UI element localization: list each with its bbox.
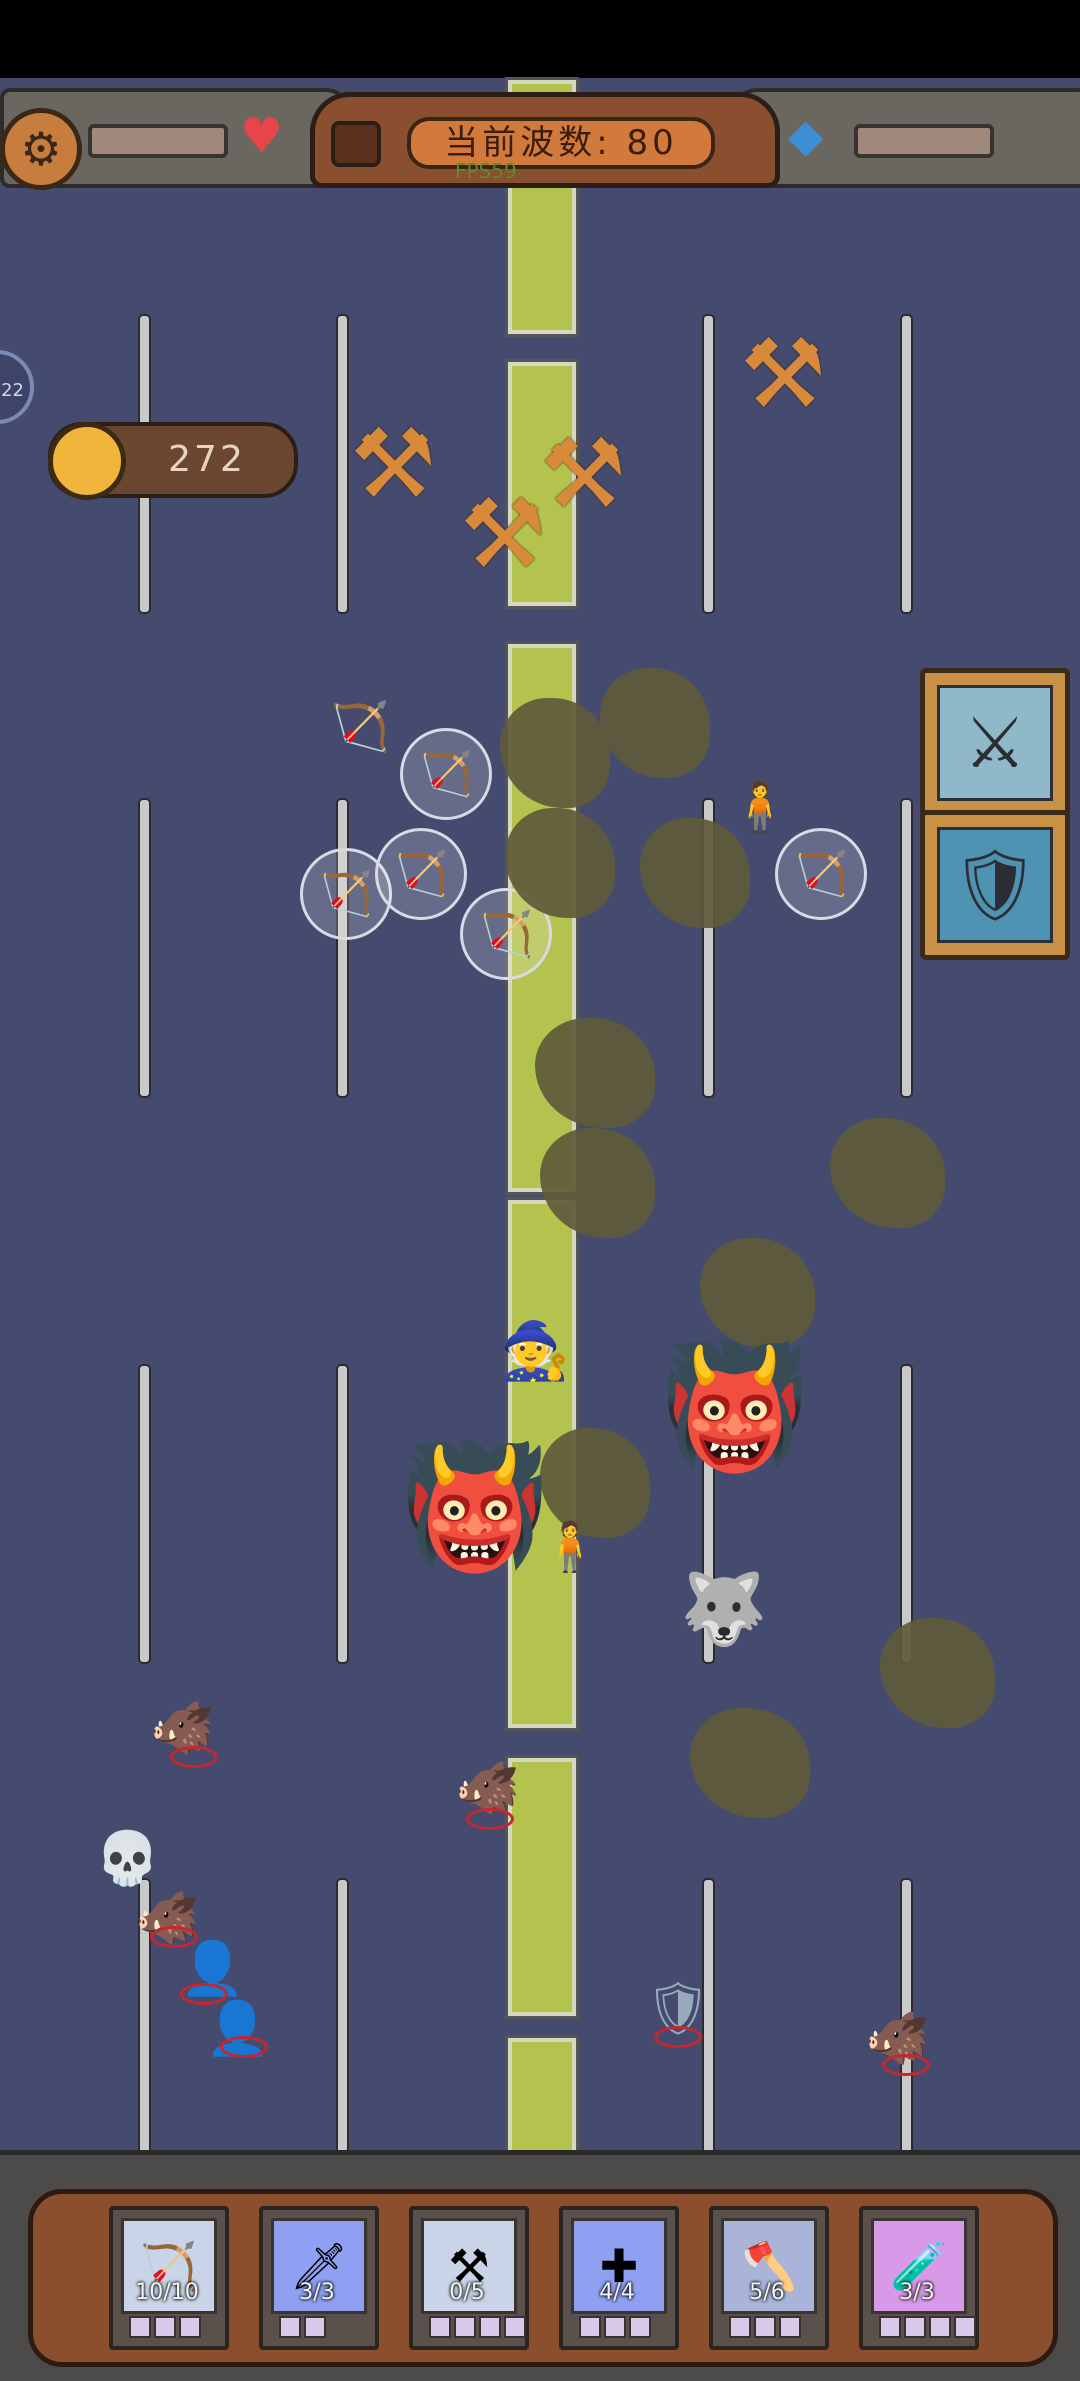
warrior-unit: 🧍 — [730, 779, 790, 835]
enemy-marker — [220, 2036, 268, 2058]
lane-marker — [138, 1364, 151, 1664]
enemy-marker — [170, 1746, 218, 1768]
enemy-marker — [882, 2054, 930, 2076]
lane-marker — [336, 798, 349, 1098]
hero-squad: 🧙 — [500, 1319, 570, 1384]
skeleton-enemy: 💀 — [95, 1829, 160, 1889]
gold-display: 272 — [48, 422, 298, 500]
unit-traits — [129, 2316, 201, 2338]
enemy-marker — [466, 1808, 514, 1830]
unit-traits — [579, 2316, 651, 2338]
wolf-enemy: 🐺 — [680, 1568, 768, 1650]
archer-unit: 🏹 — [330, 699, 390, 755]
shield-emblem-icon — [331, 121, 381, 167]
unit-count: 3/3 — [299, 2280, 335, 2305]
gear-icon: ⚙ — [20, 122, 62, 176]
lane-marker — [900, 798, 913, 1098]
wave-counter: 当前波数: 80 — [407, 117, 715, 169]
health-bar — [88, 124, 228, 158]
unit-traits — [729, 2316, 801, 2338]
gem-panel: ◆ — [728, 88, 1080, 188]
unit-traits — [429, 2316, 526, 2338]
status-bar — [0, 0, 1080, 78]
sword-shield-skill-button[interactable]: 🛡 — [920, 810, 1070, 960]
unit-panel: 🏹 10/10 🗡 3/3 ⚒ 0/5 ✚ 4/4 🪓 5/6 🧪 3/3 — [0, 2150, 1080, 2381]
unit-card-priest[interactable]: ✚ 4/4 — [559, 2206, 679, 2350]
gold-amount: 272 — [168, 439, 246, 480]
wave-label: 当前波数: — [444, 123, 612, 163]
gold-coin-icon — [48, 422, 126, 500]
lane-marker — [900, 314, 913, 614]
game-screen: ⚒ ⚒ ⚒ ⚒ 🏹 🏹 🏹 🏹 🏹 🏹 🧍 👹 👹 🧙 🧍 🐺 🐗 � — [0, 0, 1080, 2381]
gem-bar — [854, 124, 994, 158]
lane-marker — [138, 798, 151, 1098]
unit-card-archer[interactable]: 🏹 10/10 — [109, 2206, 229, 2350]
unit-count: 10/10 — [135, 2280, 199, 2305]
enemy-marker — [654, 2026, 702, 2048]
wave-number: 80 — [626, 123, 678, 163]
smoke-cloud — [600, 668, 710, 778]
shielded-archer-unit: 🏹 — [375, 828, 467, 920]
unit-tray: 🏹 10/10 🗡 3/3 ⚒ 0/5 ✚ 4/4 🪓 5/6 🧪 3/3 — [28, 2189, 1058, 2367]
catapult-tower[interactable]: ⚒ — [540, 418, 626, 530]
giant-enemy: 👹 — [660, 1338, 810, 1477]
shielded-archer-unit: 🏹 — [400, 728, 492, 820]
smoke-cloud — [640, 818, 750, 928]
smoke-cloud — [880, 1618, 995, 1728]
smoke-cloud — [700, 1238, 815, 1348]
unit-card-swordsman[interactable]: 🗡 3/3 — [259, 2206, 379, 2350]
unit-traits — [279, 2316, 326, 2338]
smoke-cloud — [690, 1708, 810, 1818]
giant-enemy: 👹 — [400, 1438, 550, 1577]
unit-count: 0/5 — [449, 2280, 485, 2305]
blue-gem-icon: ◆ — [788, 108, 824, 162]
weapons-rack-skill-button[interactable]: ⚔ — [920, 668, 1070, 818]
unit-card-mage[interactable]: 🧪 3/3 — [859, 2206, 979, 2350]
catapult-tower[interactable]: ⚒ — [460, 478, 546, 590]
unit-card-catapult[interactable]: ⚒ 0/5 — [409, 2206, 529, 2350]
catapult-tower[interactable]: ⚒ — [350, 408, 436, 520]
unit-count: 5/6 — [749, 2280, 785, 2305]
lane-marker — [336, 1364, 349, 1664]
unit-count: 3/3 — [899, 2280, 935, 2305]
warrior-unit: 🧍 — [540, 1519, 600, 1575]
wave-panel: 当前波数: 80 FPS59 — [310, 92, 780, 188]
heart-icon: ♥ — [240, 108, 284, 164]
catapult-tower[interactable]: ⚒ — [740, 318, 826, 430]
lane-marker — [336, 314, 349, 614]
settings-button[interactable]: ⚙ — [0, 108, 82, 190]
shielded-archer-unit: 🏹 — [775, 828, 867, 920]
unit-count: 4/4 — [599, 2280, 635, 2305]
weapons-rack-icon: ⚔ — [963, 702, 1027, 784]
fps-counter: FPS59 — [455, 159, 517, 183]
sword-shield-icon: 🛡 — [950, 843, 1040, 926]
battlefield[interactable]: ⚒ ⚒ ⚒ ⚒ 🏹 🏹 🏹 🏹 🏹 🏹 🧍 👹 👹 🧙 🧍 🐺 🐗 � — [0, 78, 1080, 2196]
smoke-cloud — [830, 1118, 945, 1228]
lane-marker — [336, 1878, 349, 2178]
unit-traits — [879, 2316, 976, 2338]
lane-marker — [702, 314, 715, 614]
unit-card-warrior[interactable]: 🪓 5/6 — [709, 2206, 829, 2350]
lane-marker — [900, 1364, 913, 1664]
